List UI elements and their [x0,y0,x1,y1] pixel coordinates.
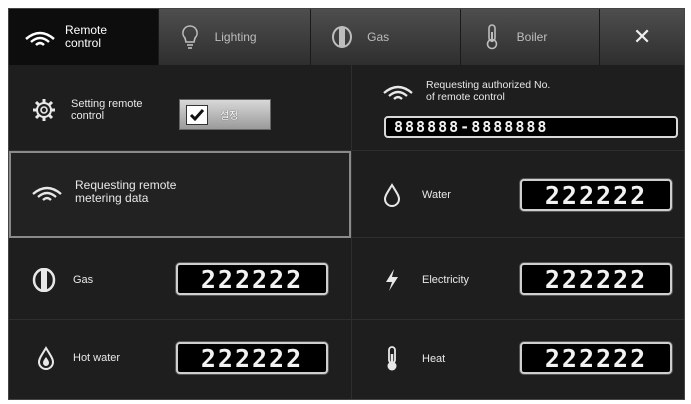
wifi-icon [23,22,57,52]
electricity-label: Electricity [422,274,470,286]
water-label: Water [422,189,451,201]
authorized-number-display: 888888-8888888 [384,116,678,138]
close-button[interactable]: ✕ [600,9,684,65]
wifi-icon [382,81,414,101]
close-icon: ✕ [632,24,652,49]
gas-value-display: 222222 [176,263,328,295]
thermometer-icon [475,22,509,52]
tab-lighting[interactable]: Lighting [158,9,312,65]
tab-boiler[interactable]: Boiler [460,9,601,65]
hot-water-meter-panel: Hot water 222222 [9,320,351,399]
tab-bar: Remote control Lighting Gas Boiler ✕ [9,9,684,65]
setting-button[interactable]: 설정 [179,99,271,130]
authorized-number-panel: Requesting authorized No. of remote cont… [351,65,684,151]
hot-water-drop-icon [35,346,57,370]
water-meter-panel: Water 222222 [351,151,684,238]
lightbulb-icon [173,22,207,52]
hot-water-label: Hot water [73,352,121,364]
thermometer-icon [384,346,400,372]
electricity-value-display: 222222 [520,263,672,295]
setting-button-label: 설정 [220,111,239,122]
tab-lighting-label: Lighting [214,29,257,44]
tab-gas[interactable]: Gas [311,9,461,65]
tab-remote-control-label: Remote control [65,23,108,50]
setting-remote-control-panel: Setting remote control 설정 [9,65,351,151]
gas-meter-panel: Gas 222222 [9,238,351,320]
water-value-display: 222222 [520,179,672,211]
tab-gas-label: Gas [367,29,390,44]
heat-value-display: 222222 [520,342,672,374]
water-drop-icon [382,183,402,207]
lightning-icon [382,268,402,292]
remote-control-window: Remote control Lighting Gas Boiler ✕ Set… [8,8,685,400]
heat-meter-panel: Heat 222222 [351,320,684,399]
hot-water-value-display: 222222 [176,342,328,374]
wifi-icon [31,181,63,203]
heat-label: Heat [422,353,446,365]
gear-icon [31,97,57,123]
electricity-meter-panel: Electricity 222222 [351,238,684,320]
setting-remote-control-label: Setting remote control [71,98,143,122]
tab-remote-control[interactable]: Remote control [9,9,159,65]
tab-boiler-label: Boiler [516,29,548,44]
authorized-number-label: Requesting authorized No. of remote cont… [426,79,551,103]
request-metering-label: Requesting remote metering data [75,178,177,205]
gas-tank-icon [325,22,359,52]
request-metering-button[interactable]: Requesting remote metering data [9,151,351,238]
gas-label: Gas [73,274,94,286]
gas-tank-icon [31,268,57,292]
checkbox[interactable] [186,104,208,125]
